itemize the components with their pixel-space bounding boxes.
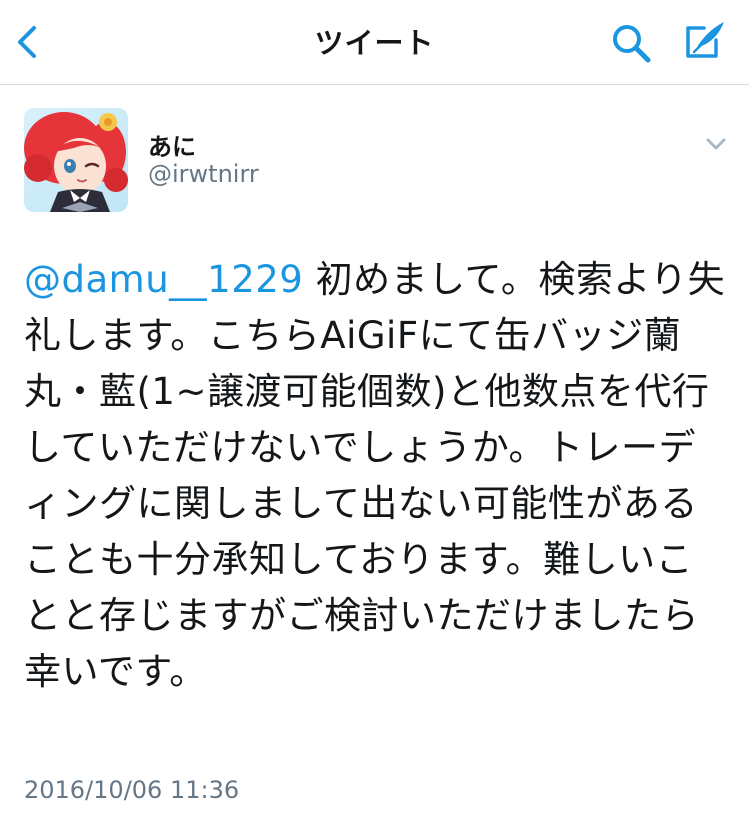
profile-avatar-illustration [24,108,128,212]
author-display-name[interactable]: あに [148,127,196,162]
tweet-options-button[interactable] [700,128,732,160]
compose-tweet-button[interactable] [680,18,728,64]
chevron-down-icon [706,138,726,150]
tweet-text: @damu__1229 初めまして。検索より失礼します。こちらAiGiFにて缶バ… [24,252,729,700]
search-icon [613,25,651,63]
mention-link[interactable]: @damu__1229 [24,258,303,301]
tweet-body: 初めまして。検索より失礼します。こちらAiGiFにて缶バッジ蘭丸・藍(1~譲渡可… [24,258,726,693]
author-username[interactable]: @irwtnirr [148,160,259,188]
navigation-bar: ツイート [0,0,749,85]
tweet-timestamp: 2016/10/06 11:36 [24,776,240,804]
compose-icon [686,22,724,58]
avatar[interactable] [24,108,128,212]
search-button[interactable] [608,20,654,64]
